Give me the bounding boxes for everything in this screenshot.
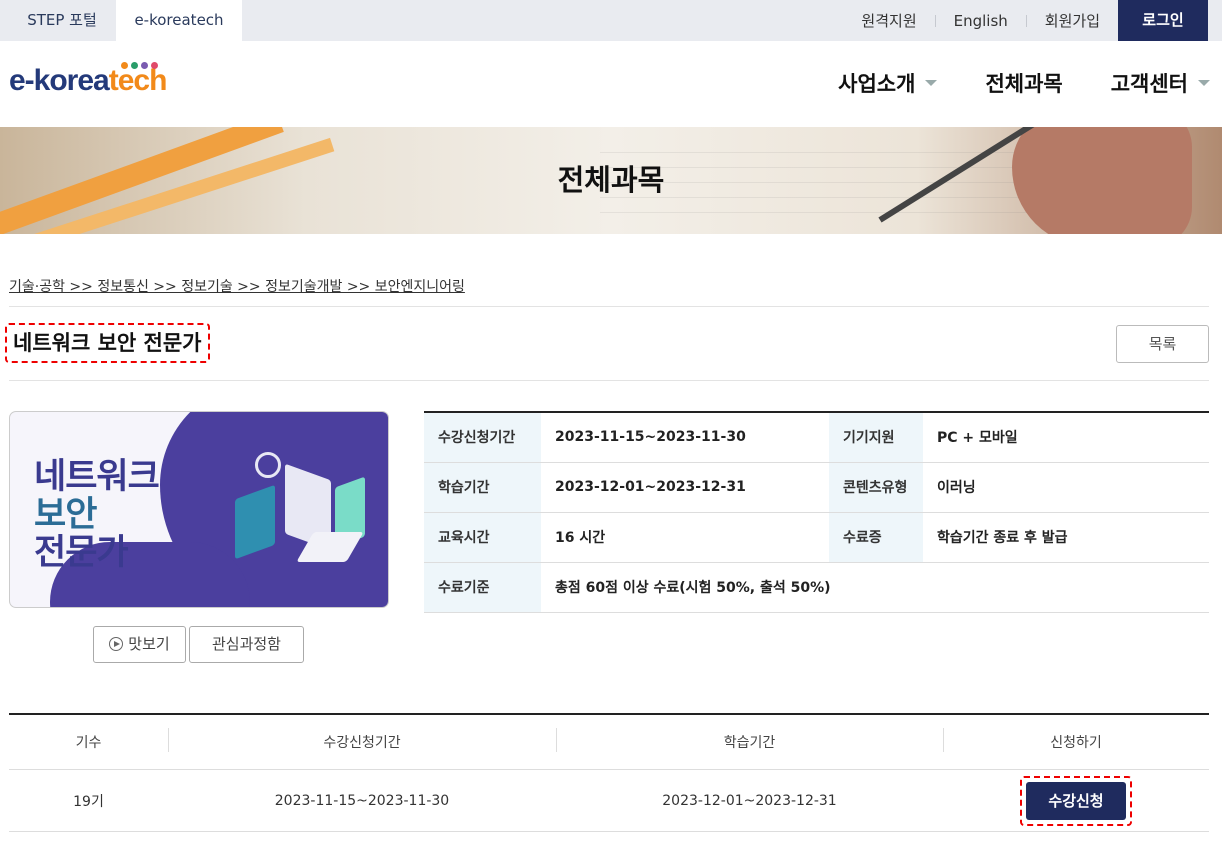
column-header: 수강신청기간 — [168, 728, 556, 752]
info-label: 교육시간 — [424, 512, 541, 563]
info-value: 이러닝 — [923, 462, 1209, 513]
thumbnail-line: 보안 — [34, 495, 97, 535]
column-header: 학습기간 — [556, 728, 943, 752]
tab-step-portal[interactable]: STEP 포털 — [0, 0, 124, 41]
info-label: 수강신청기간 — [424, 412, 541, 463]
column-header: 기수 — [75, 735, 102, 751]
nav-all-courses[interactable]: 전체과목 — [985, 68, 1062, 98]
main-nav: 사업소개 전체과목 고객센터 — [790, 68, 1210, 98]
info-value: 2023-11-15~2023-11-30 — [541, 412, 829, 463]
logo-dots — [121, 62, 158, 69]
signup-link[interactable]: 회원가입 — [1027, 10, 1118, 31]
info-row: 교육시간 16 시간 수료증 학습기간 종료 후 발급 — [424, 512, 1209, 563]
network-illustration — [215, 452, 375, 572]
table-row: 19기 2023-11-15~2023-11-30 2023-12-01~202… — [9, 770, 1209, 832]
divider — [9, 306, 1209, 307]
info-row: 수료기준 총점 60점 이상 수료(시험 50%, 출석 50%) — [424, 562, 1209, 613]
remote-support-link[interactable]: 원격지원 — [843, 10, 934, 31]
thumbnail-line: 네트워크 — [34, 457, 160, 497]
info-label: 콘텐츠유형 — [829, 462, 923, 513]
login-button[interactable]: 로그인 — [1118, 0, 1208, 41]
nav-label: 사업소개 — [838, 72, 916, 96]
term-cell: 19기 — [73, 793, 104, 810]
enroll-button[interactable]: 수강신청 — [1026, 781, 1126, 820]
info-label: 학습기간 — [424, 462, 541, 513]
info-row: 학습기간 2023-12-01~2023-12-31 콘텐츠유형 이러닝 — [424, 462, 1209, 513]
breadcrumb[interactable]: 기술·공학 >> 정보통신 >> 정보기술 >> 정보기술개발 >> 보안엔지니… — [9, 276, 465, 296]
play-icon — [109, 637, 124, 651]
schedule-header-row: 기수 수강신청기간 학습기간 신청하기 — [9, 715, 1209, 770]
info-label: 기기지원 — [829, 412, 923, 463]
schedule-table: 기수 수강신청기간 학습기간 신청하기 19기 2023-11-15~2023-… — [9, 713, 1209, 832]
caret-down-icon — [1198, 80, 1210, 86]
info-label: 수료기준 — [424, 562, 541, 613]
thumbnail-title: 네트워크 보안 전문가 — [34, 457, 160, 573]
page-banner: 전체과목 — [0, 127, 1222, 234]
info-value: 2023-12-01~2023-12-31 — [541, 462, 829, 513]
divider — [9, 380, 1209, 381]
study-period-cell: 2023-12-01~2023-12-31 — [662, 792, 837, 809]
nav-label: 전체과목 — [985, 72, 1063, 96]
apply-period-cell: 2023-11-15~2023-11-30 — [274, 792, 450, 809]
english-link[interactable]: English — [936, 12, 1026, 30]
nav-business-intro[interactable]: 사업소개 — [838, 68, 938, 98]
info-value: PC + 모바일 — [923, 412, 1209, 463]
info-value: 총점 60점 이상 수료(시험 50%, 출석 50%) — [541, 562, 1209, 613]
top-links: 원격지원 English 회원가입 — [843, 0, 1118, 41]
top-bar: STEP 포털 e-koreatech 원격지원 English 회원가입 로그… — [0, 0, 1222, 41]
nav-customer-center[interactable]: 고객센터 — [1111, 68, 1210, 98]
action-cell: 수강신청 — [943, 775, 1209, 826]
course-info-table: 수강신청기간 2023-11-15~2023-11-30 기기지원 PC + 모… — [424, 411, 1209, 613]
nav-label: 고객센터 — [1110, 72, 1188, 96]
column-header: 신청하기 — [943, 728, 1209, 752]
list-button[interactable]: 목록 — [1116, 325, 1209, 363]
thumbnail-line: 전문가 — [34, 533, 129, 573]
interest-course-button[interactable]: 관심과정함 — [189, 626, 304, 663]
logo-text-main: e-korea — [9, 64, 110, 97]
info-value: 16 시간 — [541, 512, 829, 563]
info-label: 수료증 — [829, 512, 923, 563]
caret-down-icon — [925, 80, 938, 86]
site-logo[interactable]: e-koreatech — [9, 62, 167, 104]
tab-e-koreatech[interactable]: e-koreatech — [116, 0, 242, 41]
course-title: 네트워크 보안 전문가 — [5, 323, 210, 363]
apply-highlight: 수강신청 — [1020, 775, 1132, 826]
preview-button[interactable]: 맛보기 — [93, 626, 186, 663]
info-value: 학습기간 종료 후 발급 — [923, 512, 1209, 563]
course-thumbnail: 네트워크 보안 전문가 — [9, 411, 389, 608]
info-row: 수강신청기간 2023-11-15~2023-11-30 기기지원 PC + 모… — [424, 412, 1209, 463]
banner-title: 전체과목 — [557, 163, 665, 197]
preview-label: 맛보기 — [128, 635, 170, 653]
